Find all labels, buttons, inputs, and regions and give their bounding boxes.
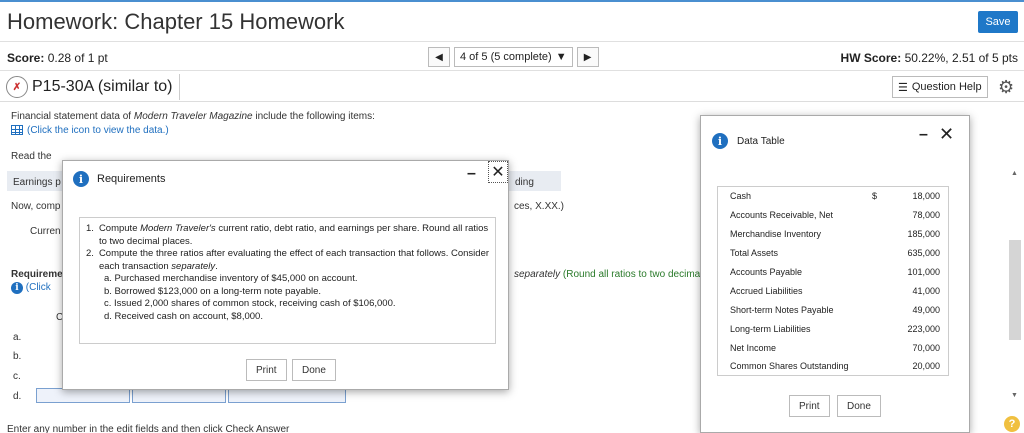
current-ratio-partial: Curren: [30, 226, 61, 237]
intro-prefix: Financial statement data of: [11, 111, 134, 122]
minimize-icon[interactable]: –: [919, 126, 928, 144]
next-question-button[interactable]: ▶: [576, 47, 599, 67]
table-row: Accounts Payable 101,000: [730, 267, 940, 277]
prev-question-button[interactable]: ◀: [428, 47, 450, 67]
scroll-down-icon[interactable]: ▼: [1011, 392, 1018, 399]
requirement-text: Compute the three ratios after evaluatin…: [98, 248, 490, 272]
requirements-modal: i Requirements – ✕ 1. Compute Modern Tra…: [62, 160, 509, 390]
score-bar: Score: 0.28 of 1 pt ◀ 4 of 5 (5 complete…: [0, 41, 1024, 71]
question-help-label: Question Help: [911, 81, 982, 93]
score: Score: 0.28 of 1 pt: [7, 51, 108, 65]
save-button[interactable]: Save: [978, 11, 1018, 33]
read-the-text: Read the: [11, 151, 52, 162]
question-help-button[interactable]: ☰ Question Help: [892, 76, 988, 98]
data-table: Cash $18,000 Accounts Receivable, Net 78,0…: [717, 186, 949, 376]
requirements-partial: Requireme: [11, 269, 63, 280]
scrollbar-thumb[interactable]: [1009, 240, 1021, 340]
question-position: 4 of 5 (5 complete): [460, 51, 552, 63]
earnings-partial: Earnings p: [13, 177, 61, 188]
question-id: ✗ P15-30A (similar to): [6, 74, 180, 100]
transaction-c: c. Issued 2,000 shares of common stock, …: [104, 298, 396, 309]
question-navigator: ◀ 4 of 5 (5 complete) ▼ ▶: [428, 47, 599, 67]
table-row: Short-term Notes Payable 49,000: [730, 305, 940, 315]
divider: [0, 101, 1024, 102]
minimize-icon[interactable]: –: [467, 165, 476, 183]
data-table-header: i Data Table: [712, 133, 785, 149]
close-icon[interactable]: ✕: [939, 124, 954, 145]
info-icon: i: [11, 282, 23, 294]
transaction-d: d. Received cash on account, $8,000.: [104, 310, 263, 322]
intro-company: Modern Traveler Magazine: [133, 111, 253, 122]
hw-score-label: HW Score:: [840, 51, 902, 65]
answer-input-d1[interactable]: [36, 388, 130, 403]
question-header: ✗ P15-30A (similar to) ☰ Question Help ⚙: [0, 72, 1024, 102]
table-row: Accounts Receivable, Net 78,000: [730, 210, 940, 220]
question-select[interactable]: 4 of 5 (5 complete) ▼: [454, 47, 573, 67]
intro-suffix: include the following items:: [252, 111, 375, 122]
requirements-link[interactable]: i (Click: [11, 282, 51, 294]
requirement-text: Compute Modern Traveler's current ratio,…: [98, 223, 489, 247]
hw-score-value: 50.22%, 2.51 of 5 pts: [904, 51, 1018, 65]
table-icon: [11, 125, 23, 136]
data-table-title: Data Table: [737, 135, 785, 147]
requirement-item: 1. Compute Modern Traveler's current rat…: [86, 223, 489, 248]
page-title: Homework: Chapter 15 Homework: [7, 9, 345, 34]
help-icon[interactable]: ?: [1004, 416, 1020, 432]
info-icon: i: [73, 171, 89, 187]
cutoff-ding: ding: [515, 177, 534, 188]
list-icon: ☰: [898, 81, 908, 94]
requirements-title: Requirements: [97, 173, 166, 185]
info-icon: i: [712, 133, 728, 149]
transaction-a: a. Purchased merchandise inventory of $4…: [104, 273, 358, 284]
requirements-list: 1. Compute Modern Traveler's current rat…: [79, 217, 496, 344]
score-label: Score:: [7, 51, 45, 65]
chevron-down-icon: ▼: [555, 51, 567, 63]
separately-note: separately (Round all ratios to two deci…: [514, 269, 700, 280]
transaction-b: b. Borrowed $123,000 on a long-term note…: [104, 285, 322, 297]
footer-instructions: Enter any number in the edit fields and …: [7, 424, 290, 433]
answer-input-d3[interactable]: [228, 388, 346, 403]
row-label-b: b.: [13, 351, 22, 362]
requirement-number: 2.: [86, 248, 94, 259]
hw-score: HW Score: 50.22%, 2.51 of 5 pts: [841, 51, 1018, 65]
table-row: Common Shares Outstanding 20,000: [730, 361, 940, 371]
row-label-d: d.: [13, 391, 22, 402]
done-button[interactable]: Done: [292, 359, 336, 381]
requirement-number: 1.: [86, 223, 94, 234]
top-accent-line: [0, 0, 1024, 2]
data-table-modal: i Data Table – ✕ Cash $18,000 Accounts Re…: [700, 115, 970, 433]
table-row: Cash $18,000: [730, 191, 940, 201]
round-note: (Round all ratios to two decima: [560, 269, 701, 280]
now-compute-partial: Now, comp: [11, 201, 61, 212]
score-value: 0.28 of 1 pt: [47, 51, 108, 65]
table-row: Long-term Liabilities 223,000: [730, 324, 940, 334]
print-button[interactable]: Print: [246, 359, 287, 381]
row-label-a: a.: [13, 332, 22, 343]
partial-credit-icon: ✗: [6, 76, 28, 98]
answer-input-d2[interactable]: [132, 388, 226, 403]
requirement-item: 2. Compute the three ratios after evalua…: [86, 248, 489, 273]
table-row: Accrued Liabilities 41,000: [730, 286, 940, 296]
click-partial: (Click: [25, 282, 51, 293]
view-data-label: (Click the icon to view the data.): [27, 125, 169, 136]
print-button[interactable]: Print: [789, 395, 830, 417]
close-icon[interactable]: ✕: [488, 161, 508, 183]
row-label-c: c.: [13, 371, 21, 382]
cutoff-format-note: ces, X.XX.): [514, 201, 565, 212]
question-id-label: P15-30A (similar to): [32, 78, 173, 95]
table-row: Merchandise Inventory 185,000: [730, 229, 940, 239]
table-row: Net Income 70,000: [730, 343, 940, 353]
separately-italic: separately: [514, 269, 561, 280]
gear-icon[interactable]: ⚙: [998, 77, 1014, 98]
question-intro: Financial statement data of Modern Trave…: [11, 111, 375, 122]
view-data-link[interactable]: (Click the icon to view the data.): [11, 125, 169, 136]
scrollbar[interactable]: ▲ ▼: [1009, 170, 1021, 402]
done-button[interactable]: Done: [837, 395, 881, 417]
table-row: Total Assets 635,000: [730, 248, 940, 258]
scroll-up-icon[interactable]: ▲: [1011, 170, 1018, 177]
requirements-header: i Requirements: [73, 171, 165, 187]
